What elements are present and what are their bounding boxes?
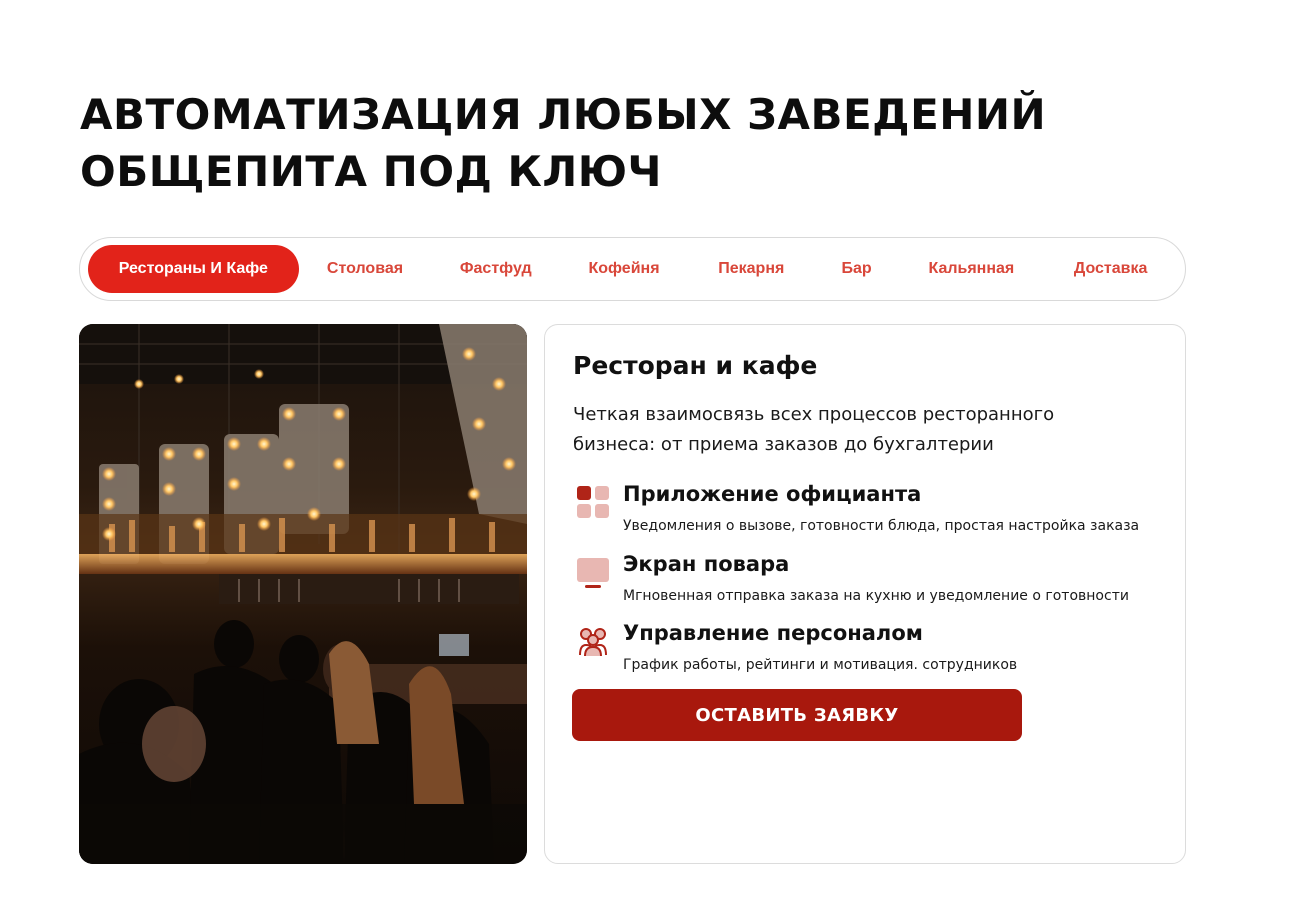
page-title: АВТОМАТИЗАЦИЯ ЛЮБЫХ ЗАВЕДЕНИЙ ОБЩЕПИТА П… bbox=[80, 86, 1080, 200]
submit-request-button[interactable]: ОСТАВИТЬ ЗАЯВКУ bbox=[572, 689, 1022, 741]
tab-bakery[interactable]: Пекарня bbox=[688, 245, 815, 293]
tab-fastfood[interactable]: Фастфуд bbox=[431, 245, 560, 293]
restaurant-photo-illustration bbox=[79, 324, 527, 864]
apps-grid-icon bbox=[577, 486, 609, 518]
card-description: Четкая взаимосвязь всех процессов рестор… bbox=[573, 404, 1055, 455]
tab-bar[interactable]: Бар bbox=[815, 245, 899, 293]
restaurant-photo bbox=[79, 324, 527, 864]
feature-title: Экран повара bbox=[623, 552, 790, 576]
tab-canteen[interactable]: Столовая bbox=[299, 245, 432, 293]
tab-hookah[interactable]: Кальянная bbox=[899, 245, 1045, 293]
monitor-icon bbox=[577, 558, 609, 588]
feature-text: Уведомления о вызове, готовности блюда, … bbox=[623, 518, 1140, 534]
page-title-line-2: ОБЩЕПИТА ПОД КЛЮЧ bbox=[80, 147, 663, 196]
people-group-icon bbox=[579, 628, 607, 657]
feature-title: Управление персоналом bbox=[623, 621, 923, 645]
tab-delivery[interactable]: Доставка bbox=[1044, 245, 1177, 293]
category-tabs: Рестораны И Кафе Столовая Фастфуд Кофейн… bbox=[79, 237, 1186, 301]
feature-title: Приложение официанта bbox=[623, 482, 922, 506]
feature-text: Мгновенная отправка заказа на кухню и ув… bbox=[623, 588, 1129, 604]
category-card: Ресторан и кафе Четкая взаимосвязь всех … bbox=[544, 324, 1186, 864]
feature-text: График работы, рейтинги и мотивация. сот… bbox=[623, 657, 1018, 673]
card-title: Ресторан и кафе bbox=[573, 351, 818, 380]
tab-coffee-shop[interactable]: Кофейня bbox=[560, 245, 688, 293]
tab-restaurants-cafe[interactable]: Рестораны И Кафе bbox=[88, 245, 299, 293]
page-title-line-1: АВТОМАТИЗАЦИЯ ЛЮБЫХ ЗАВЕДЕНИЙ bbox=[80, 90, 1047, 139]
